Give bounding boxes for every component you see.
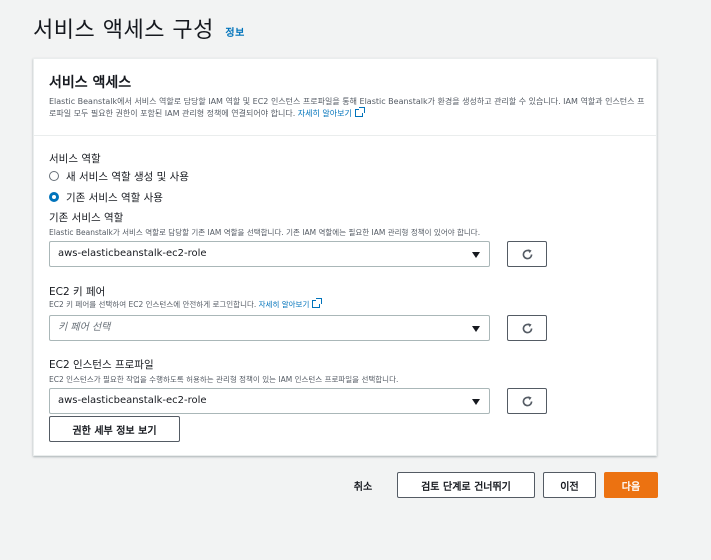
refresh-icon [522,322,532,333]
key-pair-hint-text: EC2 키 페어를 선택하여 EC2 인스턴스에 안전하게 로그인합니다. [49,300,257,309]
key-pair-learn-more-link[interactable]: 자세히 알아보기 [258,298,323,309]
external-link-icon [354,107,365,117]
service-access-panel: 서비스 액세스 Elastic Beanstalk에서 서비스 역할로 담당할 … [33,58,657,456]
previous-button[interactable]: 이전 [543,472,596,498]
instance-profile-hint: EC2 인스턴스가 필요한 작업을 수행하도록 허용하는 관리형 정책이 있는 … [49,375,399,384]
radio-use-existing-role[interactable]: 기존 서비스 역할 사용 [49,190,163,204]
radio-use-existing-role-label: 기존 서비스 역할 사용 [66,191,163,204]
external-link-icon [312,298,323,308]
view-permissions-button[interactable]: 권한 세부 정보 보기 [49,416,180,442]
panel-title: 서비스 액세스 [49,75,132,91]
key-pair-select[interactable]: 키 페어 선택 [49,315,490,341]
page-title: 서비스 액세스 구성 정보 [33,12,245,44]
refresh-icon [522,248,532,259]
refresh-existing-role-button[interactable] [507,241,547,267]
radio-create-new-role[interactable]: 새 서비스 역할 생성 및 사용 [49,169,189,183]
caret-down-icon [472,399,480,405]
key-pair-learn-more-label: 자세히 알아보기 [258,300,310,309]
info-link[interactable]: 정보 [225,28,244,39]
key-pair-placeholder: 키 페어 선택 [58,322,111,333]
caret-down-icon [472,326,480,332]
existing-role-select[interactable]: aws-elasticbeanstalk-ec2-role [49,241,490,267]
key-pair-label: EC2 키 페어 [49,286,106,298]
existing-role-value: aws-elasticbeanstalk-ec2-role [58,248,207,259]
cancel-button[interactable]: 취소 [343,472,383,498]
key-pair-hint: EC2 키 페어를 선택하여 EC2 인스턴스에 안전하게 로그인합니다. 자세… [49,298,323,310]
refresh-key-pair-button[interactable] [507,315,547,341]
refresh-instance-profile-button[interactable] [507,388,547,414]
instance-profile-select[interactable]: aws-elasticbeanstalk-ec2-role [49,388,490,414]
service-role-label: 서비스 역할 [49,153,101,165]
existing-role-label: 기존 서비스 역할 [49,212,124,224]
next-button[interactable]: 다음 [604,472,658,498]
instance-profile-value: aws-elasticbeanstalk-ec2-role [58,395,207,406]
caret-down-icon [472,252,480,258]
learn-more-label: 자세히 알아보기 [297,109,352,118]
instance-profile-label: EC2 인스턴스 프로파일 [49,359,154,371]
panel-header: 서비스 액세스 Elastic Beanstalk에서 서비스 역할로 담당할 … [34,59,656,136]
page-title-text: 서비스 액세스 구성 [33,18,214,43]
radio-checked[interactable] [49,192,59,202]
learn-more-link[interactable]: 자세히 알아보기 [297,107,365,118]
skip-to-review-button[interactable]: 검토 단계로 건너뛰기 [397,472,535,498]
panel-description: Elastic Beanstalk에서 서비스 역할로 담당할 IAM 역할 및… [49,96,645,120]
existing-role-hint: Elastic Beanstalk가 서비스 역할로 담당할 기존 IAM 역할… [49,228,481,237]
refresh-icon [522,395,532,406]
radio-create-new-role-label: 새 서비스 역할 생성 및 사용 [66,170,189,183]
radio-unchecked[interactable] [49,171,59,181]
